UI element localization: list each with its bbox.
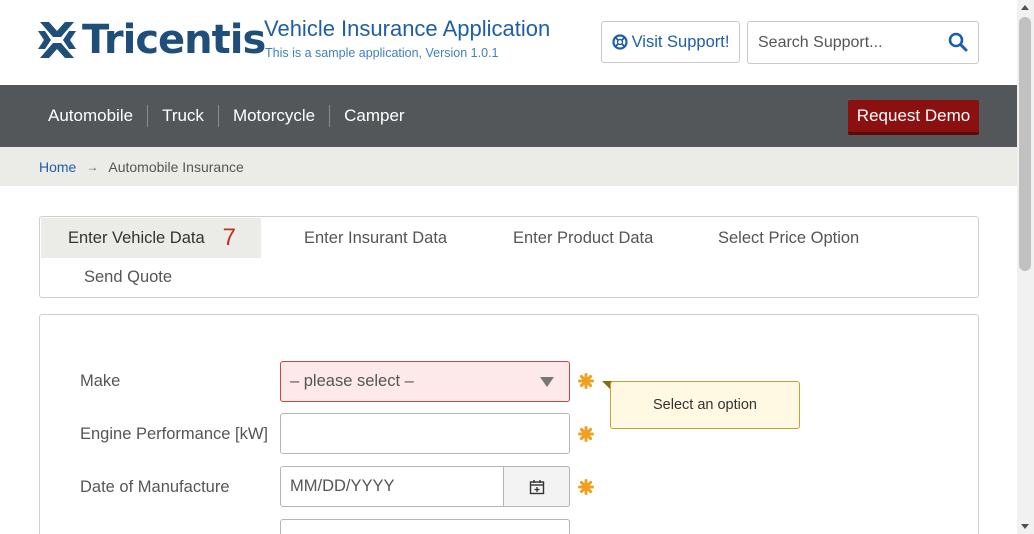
breadcrumb: Home → Automobile Insurance xyxy=(0,147,1017,186)
tab-select-price-option[interactable]: Select Price Option xyxy=(718,218,859,258)
header: Tricentis Vehicle Insurance Application … xyxy=(0,0,1017,85)
tricentis-x-icon xyxy=(38,22,76,58)
validation-tooltip: Select an option xyxy=(610,381,800,429)
make-select-value: – please select – xyxy=(290,372,414,390)
scroll-down-icon[interactable] xyxy=(1021,524,1029,529)
page: Tricentis Vehicle Insurance Application … xyxy=(0,0,1017,534)
date-of-manufacture-input[interactable] xyxy=(281,467,503,506)
date-of-manufacture-field xyxy=(280,466,570,507)
search-support-box xyxy=(747,21,979,64)
search-icon[interactable] xyxy=(948,32,968,52)
chevron-down-icon xyxy=(540,377,554,387)
breadcrumb-arrow-icon: → xyxy=(86,159,99,174)
nav-automobile[interactable]: Automobile xyxy=(34,105,147,127)
nav-truck[interactable]: Truck xyxy=(147,105,218,127)
required-asterisk-icon xyxy=(578,426,594,442)
app-subtitle: This is a sample application, Version 1.… xyxy=(265,46,499,60)
tab-enter-product-data[interactable]: Enter Product Data xyxy=(513,218,653,258)
logo-text: Tricentis xyxy=(82,17,266,63)
tab-enter-insurant-data[interactable]: Enter Insurant Data xyxy=(304,218,447,258)
engine-performance-input[interactable] xyxy=(280,413,570,454)
next-form-field[interactable] xyxy=(280,519,570,534)
nav-camper[interactable]: Camper xyxy=(329,105,418,127)
date-of-manufacture-label: Date of Manufacture xyxy=(80,478,230,496)
app-title: Vehicle Insurance Application xyxy=(264,16,551,41)
lifebuoy-icon xyxy=(611,34,628,50)
scroll-up-icon[interactable] xyxy=(1021,5,1029,10)
search-support-input[interactable] xyxy=(748,22,938,63)
engine-performance-label: Engine Performance [kW] xyxy=(80,425,268,443)
visit-support-label: Visit Support! xyxy=(631,32,730,51)
open-calendar-button[interactable] xyxy=(503,466,570,507)
tab-send-quote[interactable]: Send Quote xyxy=(84,257,172,297)
wizard-tabs: Enter Vehicle Data 7 Enter Insurant Data… xyxy=(39,216,979,298)
required-asterisk-icon xyxy=(578,479,594,495)
required-asterisk-icon xyxy=(578,373,594,389)
breadcrumb-home-link[interactable]: Home xyxy=(39,159,76,175)
make-label: Make xyxy=(80,372,121,390)
visit-support-button[interactable]: Visit Support! xyxy=(601,21,740,63)
tricentis-logo[interactable]: Tricentis xyxy=(38,16,266,64)
make-select[interactable]: – please select – xyxy=(280,361,570,402)
tab-error-count: 7 xyxy=(222,224,237,251)
tab-label: Enter Vehicle Data xyxy=(68,228,205,247)
nav-motorcycle[interactable]: Motorcycle xyxy=(217,105,329,127)
scrollbar-thumb[interactable] xyxy=(1019,17,1031,271)
request-demo-button[interactable]: Request Demo xyxy=(848,100,979,135)
vertical-scrollbar[interactable] xyxy=(1017,0,1034,534)
calendar-icon xyxy=(529,479,544,494)
tab-enter-vehicle-data[interactable]: Enter Vehicle Data 7 xyxy=(41,218,261,258)
breadcrumb-current: Automobile Insurance xyxy=(108,158,244,175)
